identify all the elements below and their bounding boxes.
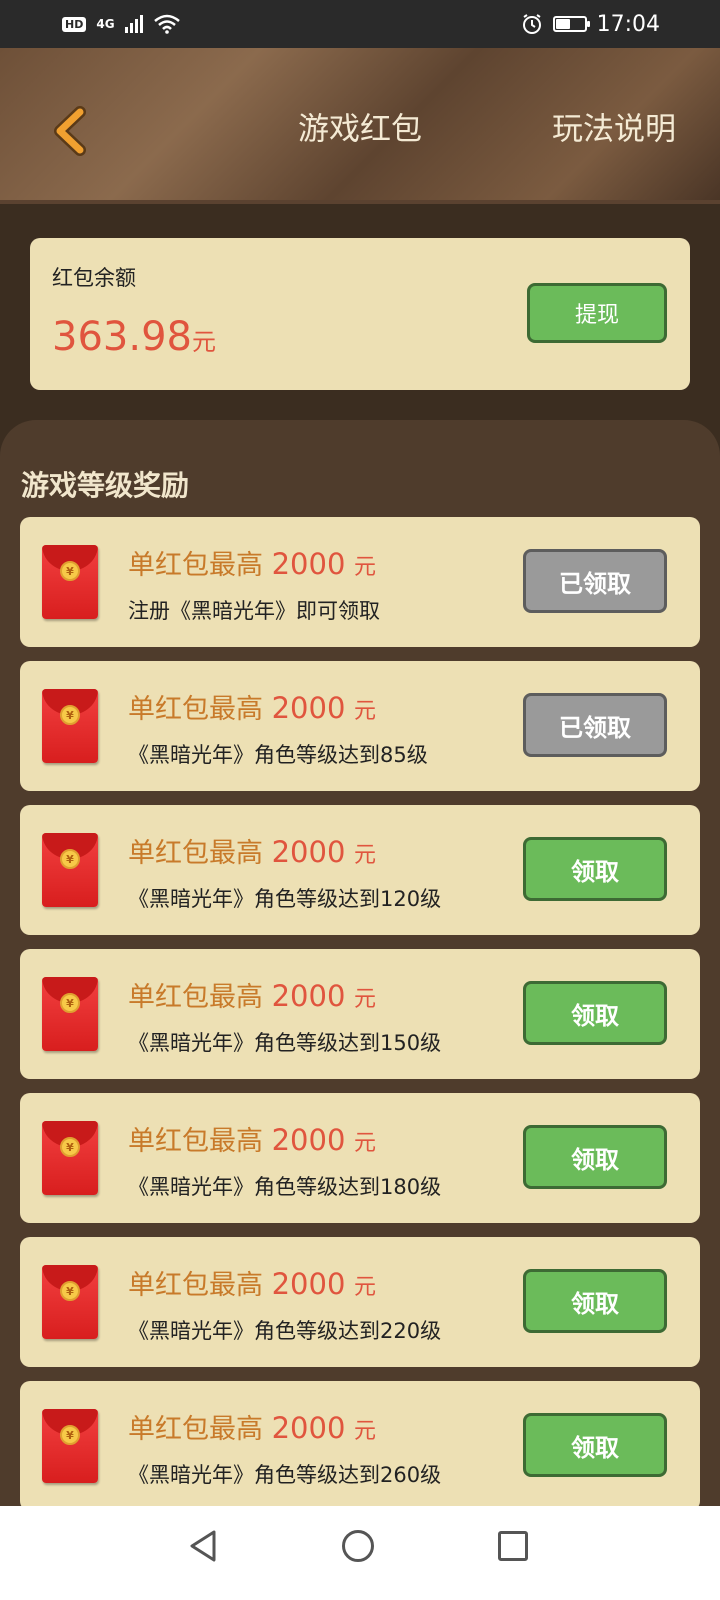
- reward-description: 《黑暗光年》角色等级达到150级: [128, 1031, 442, 1055]
- withdraw-button[interactable]: 提现: [527, 283, 667, 343]
- claim-button[interactable]: 领取: [523, 1413, 667, 1477]
- reward-title: 单红包最高 2000 元: [128, 543, 376, 582]
- red-envelope-icon: ¥: [42, 977, 98, 1051]
- claim-button[interactable]: 领取: [523, 1269, 667, 1333]
- header: 游戏红包 玩法说明: [0, 48, 720, 204]
- reward-unit: 元: [354, 699, 377, 724]
- balance-label: 红包余额: [52, 266, 136, 290]
- reward-title: 单红包最高 2000 元: [128, 1263, 376, 1302]
- balance-amount: 363.98元: [52, 314, 216, 360]
- reward-description: 《黑暗光年》角色等级达到120级: [128, 887, 442, 911]
- red-envelope-icon: ¥: [42, 833, 98, 907]
- section-title: 游戏等级奖励: [21, 469, 190, 502]
- reward-item: ¥ 单红包最高 2000 元注册《黑暗光年》即可领取 已领取: [20, 517, 700, 647]
- reward-description: 《黑暗光年》角色等级达到180级: [128, 1175, 442, 1199]
- reward-title: 单红包最高 2000 元: [128, 687, 376, 726]
- square-recent-icon[interactable]: [498, 1531, 528, 1561]
- help-link[interactable]: 玩法说明: [552, 104, 676, 149]
- reward-unit: 元: [354, 987, 377, 1012]
- battery-icon: [552, 16, 590, 32]
- reward-description: 《黑暗光年》角色等级达到260级: [128, 1463, 442, 1487]
- red-envelope-icon: ¥: [42, 1121, 98, 1195]
- red-envelope-icon: ¥: [42, 1265, 98, 1339]
- reward-amount: 2000: [271, 979, 346, 1013]
- reward-unit: 元: [354, 555, 377, 580]
- reward-panel: 游戏等级奖励 ¥ 单红包最高 2000 元注册《黑暗光年》即可领取 已领取 ¥ 单红包最…: [0, 420, 720, 1520]
- reward-prefix: 单红包最高: [128, 1126, 263, 1157]
- claimed-button[interactable]: 已领取: [523, 693, 667, 757]
- reward-title: 单红包最高 2000 元: [128, 831, 376, 870]
- reward-title: 单红包最高 2000 元: [128, 975, 376, 1014]
- reward-item: ¥ 单红包最高 2000 元《黑暗光年》角色等级达到150级 领取: [20, 949, 700, 1079]
- reward-amount: 2000: [271, 1123, 346, 1157]
- reward-amount: 2000: [271, 835, 346, 869]
- red-envelope-icon: ¥: [42, 545, 98, 619]
- coin-icon: ¥: [60, 1281, 80, 1301]
- reward-prefix: 单红包最高: [128, 1270, 263, 1301]
- alarm-icon: [522, 14, 541, 34]
- coin-icon: ¥: [60, 1425, 80, 1445]
- balance-card: 红包余额 363.98元 提现: [30, 238, 690, 390]
- reward-title: 单红包最高 2000 元: [128, 1407, 376, 1446]
- status-bar: HD 4G 17:04: [0, 0, 720, 48]
- claim-button[interactable]: 领取: [523, 981, 667, 1045]
- claim-button[interactable]: 领取: [523, 837, 667, 901]
- red-envelope-icon: ¥: [42, 689, 98, 763]
- reward-prefix: 单红包最高: [128, 982, 263, 1013]
- status-right: 17:04: [521, 12, 660, 37]
- claim-button[interactable]: 领取: [523, 1125, 667, 1189]
- status-left: HD 4G: [62, 14, 181, 34]
- triangle-back-icon[interactable]: [186, 1528, 222, 1564]
- reward-item: ¥ 单红包最高 2000 元《黑暗光年》角色等级达到180级 领取: [20, 1093, 700, 1223]
- reward-description: 《黑暗光年》角色等级达到220级: [128, 1319, 442, 1343]
- reward-amount: 2000: [271, 1411, 346, 1445]
- reward-amount: 2000: [271, 1267, 346, 1301]
- red-envelope-icon: ¥: [42, 1409, 98, 1483]
- coin-icon: ¥: [60, 1137, 80, 1157]
- reward-title: 单红包最高 2000 元: [128, 1119, 376, 1158]
- network-label: 4G: [96, 17, 115, 31]
- coin-icon: ¥: [60, 561, 80, 581]
- reward-unit: 元: [354, 843, 377, 868]
- circle-home-icon[interactable]: [342, 1530, 374, 1562]
- balance-unit: 元: [191, 328, 216, 356]
- battery-fill: [555, 19, 570, 29]
- wifi-icon: [153, 14, 180, 34]
- claimed-button[interactable]: 已领取: [523, 549, 667, 613]
- reward-item: ¥ 单红包最高 2000 元《黑暗光年》角色等级达到120级 领取: [20, 805, 700, 935]
- reward-prefix: 单红包最高: [128, 550, 263, 581]
- hd-badge: HD: [62, 16, 87, 32]
- reward-description: 注册《黑暗光年》即可领取: [128, 599, 380, 623]
- balance-value: 363.98: [52, 314, 192, 360]
- system-nav-bar: [0, 1506, 720, 1600]
- reward-unit: 元: [354, 1419, 377, 1444]
- reward-amount: 2000: [271, 691, 346, 725]
- reward-item: ¥ 单红包最高 2000 元《黑暗光年》角色等级达到260级 领取: [20, 1381, 700, 1511]
- reward-unit: 元: [354, 1275, 377, 1300]
- coin-icon: ¥: [60, 849, 80, 869]
- reward-description: 《黑暗光年》角色等级达到85级: [128, 743, 428, 767]
- coin-icon: ¥: [60, 993, 80, 1013]
- reward-item: ¥ 单红包最高 2000 元《黑暗光年》角色等级达到85级 已领取: [20, 661, 700, 791]
- reward-prefix: 单红包最高: [128, 838, 263, 869]
- reward-prefix: 单红包最高: [128, 1414, 263, 1445]
- signal-icon: [124, 15, 143, 33]
- coin-icon: ¥: [60, 705, 80, 725]
- reward-prefix: 单红包最高: [128, 694, 263, 725]
- reward-amount: 2000: [271, 547, 346, 581]
- status-time: 17:04: [596, 11, 660, 37]
- reward-item: ¥ 单红包最高 2000 元《黑暗光年》角色等级达到220级 领取: [20, 1237, 700, 1367]
- reward-unit: 元: [354, 1131, 377, 1156]
